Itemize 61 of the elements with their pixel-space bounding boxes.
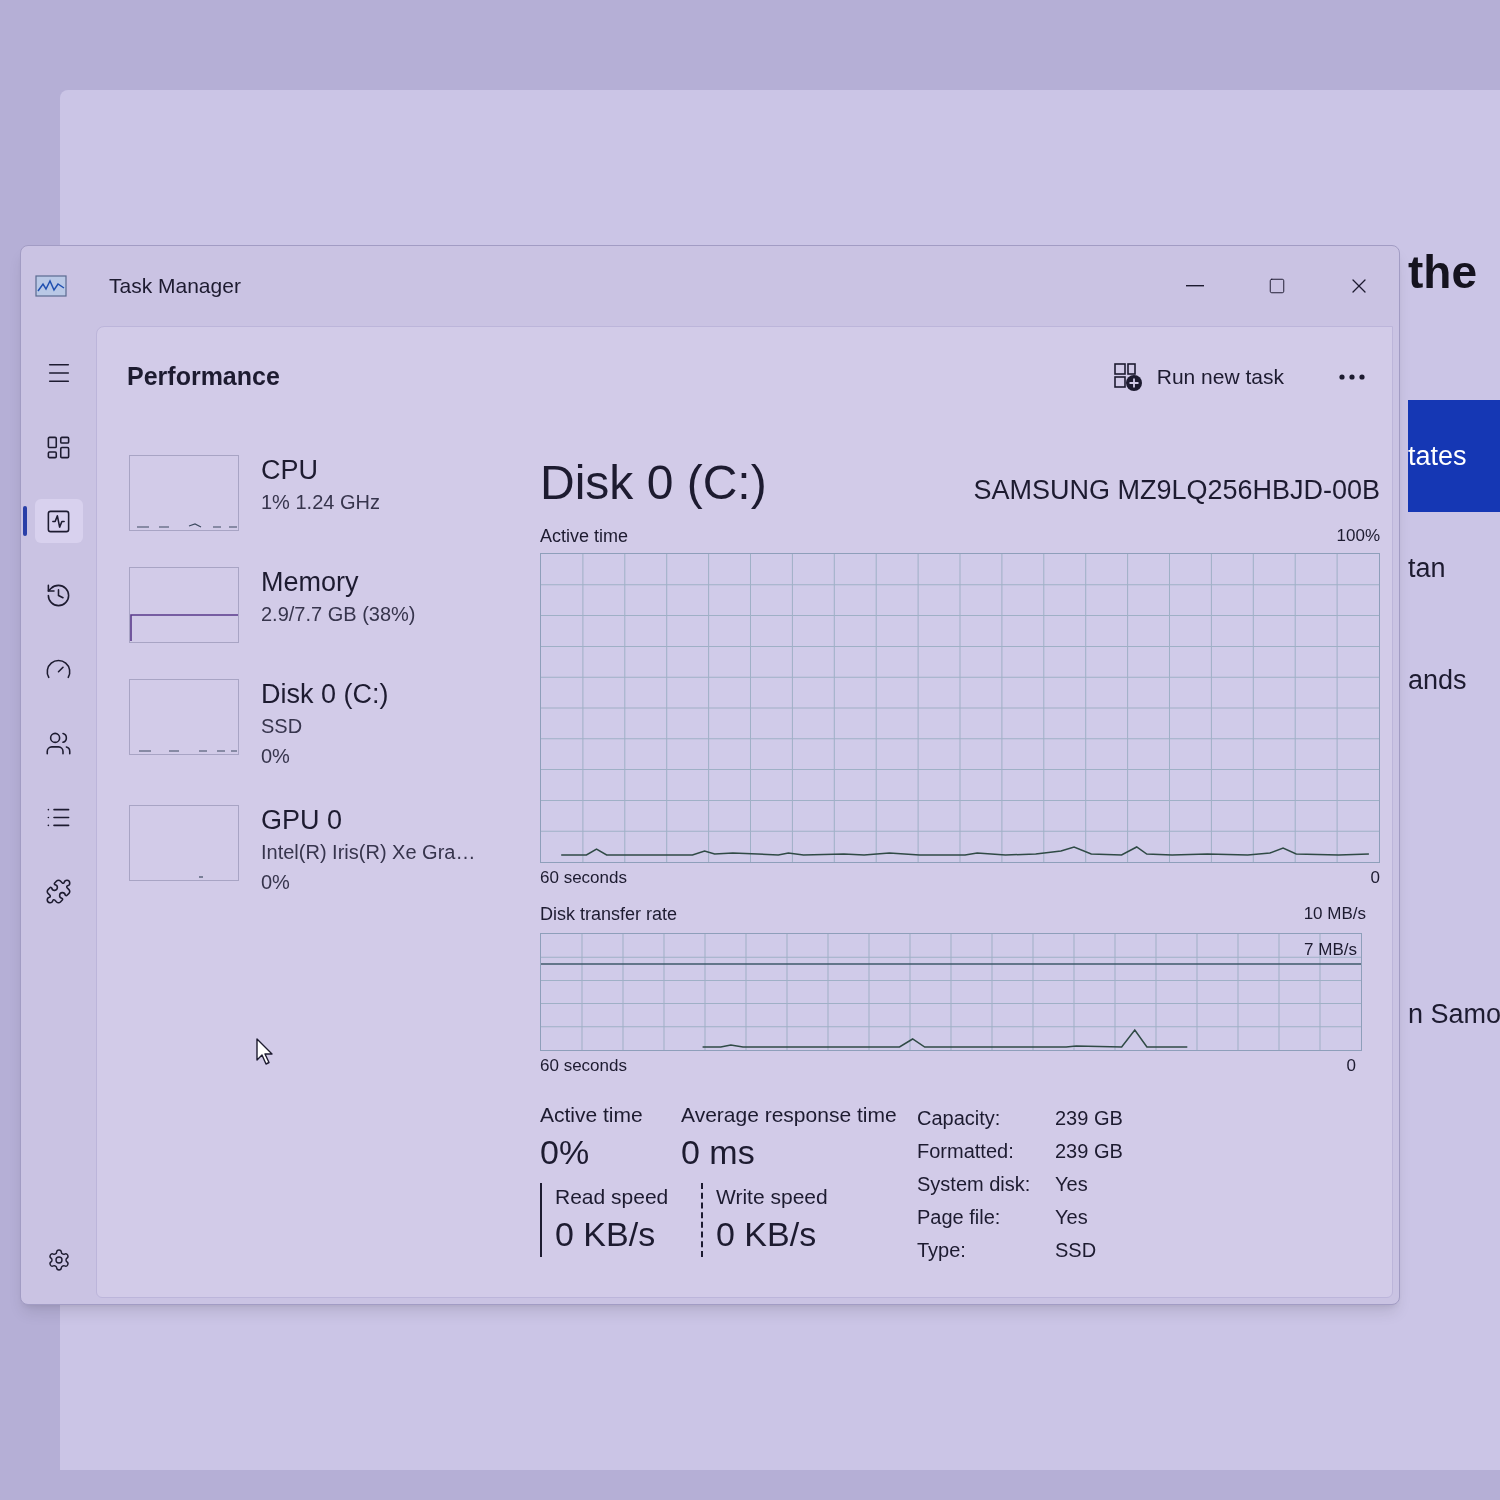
property-label: Type: [917,1237,967,1263]
window-title: Task Manager [109,273,241,300]
device-detail: SSD [261,714,304,739]
cursor-icon [256,1038,274,1066]
heading-text: the [1408,246,1478,298]
property-value: 239 GB [1055,1105,1123,1131]
stat-label: Active time [540,1102,644,1128]
list-row[interactable]: tates [1408,400,1500,512]
device-name: CPU [261,454,319,487]
stat-label: Read speed [555,1184,670,1210]
stat-value: 0% [540,1132,591,1173]
device-item[interactable]: GPU 0 Intel(R) Iris(R) Xe Gra… 0% [127,803,515,929]
list-row[interactable]: n Samo [1408,958,1500,1070]
more-icon [1339,374,1365,380]
device-name: GPU 0 [261,804,344,837]
graph-logo-icon [35,275,67,297]
device-name: Disk 0 (C:) [261,678,389,711]
property-value: SSD [1055,1237,1098,1263]
page-title: Performance [127,361,280,393]
axis-label: 60 seconds [540,1055,627,1078]
property-value: Yes [1055,1204,1089,1230]
property-label: Formatted: [917,1138,1015,1164]
selection-indicator [22,506,27,536]
list-row[interactable]: tan [1408,512,1500,624]
device-name: Memory [261,566,360,599]
device-item[interactable]: CPU 1% 1.24 GHz [127,453,515,565]
graph-label: Active time [540,524,629,548]
property-value: Yes [1055,1171,1089,1197]
axis-label: 60 seconds [540,867,627,890]
disk-title: Disk 0 (C:) [540,455,767,511]
device-detail: 0% [261,744,291,769]
axis-label: 100% [1336,525,1380,548]
axis-label: 7 MB/s [1304,940,1357,960]
nav-button[interactable] [34,499,83,543]
axis-label: 10 MB/s [1303,903,1366,926]
puzzle-icon [45,877,72,905]
stat-value: 0 ms [681,1132,756,1173]
minimize-icon [1186,285,1204,287]
device-item[interactable]: Memory 2.9/7.7 GB (38%) [127,565,515,677]
graph-label: Disk transfer rate [540,902,678,926]
property-label: Page file: [917,1204,1002,1230]
settings-icon [46,1248,71,1272]
property-label: System disk: [917,1171,1032,1197]
device-detail: 0% [261,870,291,895]
axis-label: 0 [1346,1055,1356,1078]
disk-model: SAMSUNG MZ9LQ256HBJD-00B [973,474,1380,507]
stat-value: 0 KB/s [555,1214,657,1255]
maximize-icon [1268,277,1286,295]
stat-value: 0 KB/s [716,1214,818,1255]
stat-label: Average response time [681,1102,897,1128]
list-row[interactable]: ands [1408,624,1500,736]
new-task-icon [1112,362,1143,392]
device-detail: Intel(R) Iris(R) Xe Gra… [261,840,476,865]
device-detail: 1% 1.24 GHz [261,490,380,515]
property-label: Capacity: [917,1105,1002,1131]
run-new-task-button[interactable]: Run new task [1106,357,1290,397]
device-detail: 2.9/7.7 GB (38%) [261,602,416,627]
property-value: 239 GB [1055,1138,1123,1164]
stat-label: Write speed [716,1184,829,1210]
axis-label: 0 [1370,867,1380,890]
device-item[interactable]: Disk 0 (C:) SSD 0% [127,677,515,803]
